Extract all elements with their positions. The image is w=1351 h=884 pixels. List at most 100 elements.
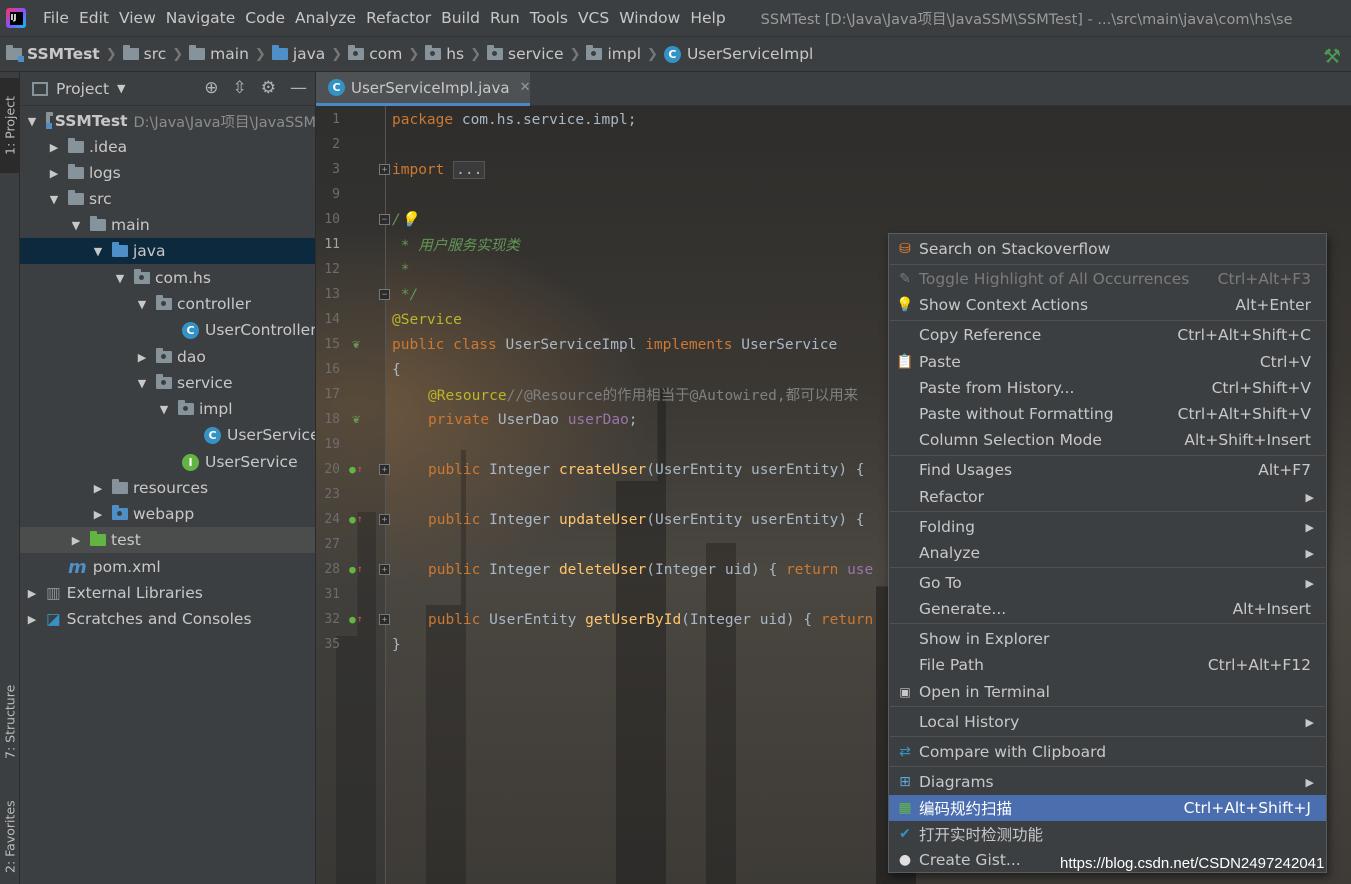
menu-refactor[interactable]: Refactor — [361, 9, 436, 27]
collapsed-arrow-icon[interactable]: ▶ — [24, 613, 40, 626]
collapsed-arrow-icon[interactable]: ▶ — [46, 167, 62, 180]
menu-item-paste-without-formatting[interactable]: Paste without Formatting Ctrl+Alt+Shift+… — [889, 401, 1326, 427]
menu-item-code-spec-scan[interactable]: ▦ 编码规约扫描 Ctrl+Alt+Shift+J — [889, 795, 1326, 821]
menu-run[interactable]: Run — [485, 9, 525, 27]
tree-item-main[interactable]: ▼ main — [20, 212, 315, 238]
menu-help[interactable]: Help — [685, 9, 730, 27]
menu-item-paste-from-history[interactable]: Paste from History... Ctrl+Shift+V — [889, 375, 1326, 401]
tree-item-service[interactable]: ▼ service — [20, 370, 315, 396]
breadcrumb-hs[interactable]: hs — [425, 45, 464, 63]
breadcrumb-userserviceimpl[interactable]: C UserServiceImpl — [663, 45, 813, 63]
spring-bean-icon[interactable]: ❦ — [348, 337, 364, 353]
menu-analyze[interactable]: Analyze — [290, 9, 361, 27]
hammer-build-icon[interactable]: ⚒ — [1323, 44, 1341, 68]
favorites-tool-tab[interactable]: 2: Favorites — [0, 792, 20, 882]
tree-item-src[interactable]: ▼ src — [20, 186, 315, 212]
menu-item-find-usages[interactable]: Find Usages Alt+F7 — [889, 457, 1326, 483]
breadcrumb-com[interactable]: com — [348, 45, 402, 63]
collapsed-arrow-icon[interactable]: ▶ — [46, 141, 62, 154]
fold-plus-icon[interactable]: + — [379, 514, 390, 525]
tree-item-controller[interactable]: ▼ controller — [20, 291, 315, 317]
tree-item-scratches[interactable]: ▶ ◪ Scratches and Consoles — [20, 606, 315, 632]
expanded-arrow-icon[interactable]: ▼ — [90, 245, 106, 258]
menu-edit[interactable]: Edit — [74, 9, 114, 27]
implements-method-icon[interactable]: ● — [348, 462, 364, 478]
menu-item-column-selection-mode[interactable]: Column Selection Mode Alt+Shift+Insert — [889, 427, 1326, 453]
menu-item-diagrams[interactable]: ⊞ Diagrams ▶ — [889, 769, 1326, 795]
tree-item-pom-xml[interactable]: m pom.xml — [20, 554, 315, 580]
collapsed-arrow-icon[interactable]: ▶ — [90, 508, 106, 521]
menu-item-folding[interactable]: Folding ▶ — [889, 514, 1326, 540]
fold-plus-icon[interactable]: + — [379, 564, 390, 575]
tree-item-com-hs[interactable]: ▼ com.hs — [20, 265, 315, 291]
tree-item-impl[interactable]: ▼ impl — [20, 396, 315, 422]
menu-item-generate[interactable]: Generate... Alt+Insert — [889, 596, 1326, 622]
menu-code[interactable]: Code — [240, 9, 290, 27]
breadcrumb-ssmtest[interactable]: SSMTest — [6, 45, 100, 63]
menu-build[interactable]: Build — [436, 9, 485, 27]
menu-item-open-in-terminal[interactable]: ▣ Open in Terminal — [889, 679, 1326, 705]
close-icon[interactable]: ✕ — [520, 80, 531, 95]
expanded-arrow-icon[interactable]: ▼ — [24, 115, 40, 128]
breadcrumb-src[interactable]: src — [122, 45, 166, 63]
menu-item-local-history[interactable]: Local History ▶ — [889, 709, 1326, 735]
project-view-selector[interactable]: Project ▼ — [32, 80, 126, 98]
tree-item-test[interactable]: ▶ test — [20, 527, 315, 553]
tree-item-idea[interactable]: ▶ .idea — [20, 134, 315, 160]
menu-tools[interactable]: Tools — [525, 9, 573, 27]
minimize-icon[interactable]: — — [290, 78, 307, 98]
fold-plus-icon[interactable]: + — [379, 164, 390, 175]
implements-method-icon[interactable]: ● — [348, 512, 364, 528]
menu-navigate[interactable]: Navigate — [161, 9, 241, 27]
menu-vcs[interactable]: VCS — [573, 9, 614, 27]
collapsed-arrow-icon[interactable]: ▶ — [90, 482, 106, 495]
collapsed-arrow-icon[interactable]: ▶ — [134, 351, 150, 364]
breadcrumb-java[interactable]: java — [271, 45, 325, 63]
menu-item-file-path[interactable]: File Path Ctrl+Alt+F12 — [889, 652, 1326, 678]
menu-item-copy-reference[interactable]: Copy Reference Ctrl+Alt+Shift+C — [889, 322, 1326, 348]
lightbulb-icon[interactable]: 💡 — [401, 212, 419, 228]
menu-file[interactable]: File — [38, 9, 74, 27]
autowired-navigation-icon[interactable]: ❦ — [348, 412, 364, 428]
menu-item-analyze[interactable]: Analyze ▶ — [889, 540, 1326, 566]
folded-imports[interactable]: ... — [453, 160, 486, 179]
expanded-arrow-icon[interactable]: ▼ — [134, 298, 150, 311]
tree-item-logs[interactable]: ▶ logs — [20, 160, 315, 186]
collapse-all-icon[interactable]: ⇳ — [233, 78, 247, 98]
tree-item-userserviceimpl[interactable]: C UserServiceImpl — [20, 422, 315, 448]
expanded-arrow-icon[interactable]: ▼ — [156, 403, 172, 416]
menu-view[interactable]: View — [114, 9, 161, 27]
implements-method-icon[interactable]: ● — [348, 612, 364, 628]
implements-method-icon[interactable]: ● — [348, 562, 364, 578]
menu-item-paste[interactable]: 📋 Paste Ctrl+V — [889, 349, 1326, 375]
menu-item-realtime-detection[interactable]: ✔ 打开实时检测功能 — [889, 821, 1326, 847]
collapsed-arrow-icon[interactable]: ▶ — [24, 587, 40, 600]
tree-item-webapp[interactable]: ▶ webapp — [20, 501, 315, 527]
gear-icon[interactable]: ⚙ — [261, 78, 276, 98]
tree-item-usercontroller[interactable]: C UserController — [20, 317, 315, 343]
expanded-arrow-icon[interactable]: ▼ — [68, 219, 84, 232]
expanded-arrow-icon[interactable]: ▼ — [134, 377, 150, 390]
structure-tool-tab[interactable]: 7: Structure — [0, 672, 20, 772]
fold-minus-icon[interactable]: − — [379, 289, 390, 300]
menu-item-compare-with-clipboard[interactable]: ⇄ Compare with Clipboard — [889, 739, 1326, 765]
expanded-arrow-icon[interactable]: ▼ — [112, 272, 128, 285]
breadcrumb-impl[interactable]: impl — [586, 45, 641, 63]
tree-item-resources[interactable]: ▶ resources — [20, 475, 315, 501]
menu-item-show-in-explorer[interactable]: Show in Explorer — [889, 626, 1326, 652]
collapsed-arrow-icon[interactable]: ▶ — [68, 534, 84, 547]
tree-item-userservice[interactable]: I UserService — [20, 449, 315, 475]
menu-item-search-stackoverflow[interactable]: ⛁ Search on Stackoverflow — [889, 236, 1326, 262]
breadcrumb-service[interactable]: service — [487, 45, 564, 63]
tree-item-external-libraries[interactable]: ▶ ▥ External Libraries — [20, 580, 315, 606]
project-tool-tab[interactable]: 1: Project — [0, 78, 20, 173]
tree-item-java[interactable]: ▼ java — [20, 238, 315, 264]
menu-item-refactor[interactable]: Refactor ▶ — [889, 484, 1326, 510]
menu-item-show-context-actions[interactable]: 💡 Show Context Actions Alt+Enter — [889, 292, 1326, 318]
menu-window[interactable]: Window — [614, 9, 685, 27]
fold-plus-icon[interactable]: + — [379, 464, 390, 475]
menu-item-go-to[interactable]: Go To ▶ — [889, 570, 1326, 596]
editor-tab-userserviceimpl[interactable]: C UserServiceImpl.java ✕ — [316, 72, 530, 106]
tree-item-dao[interactable]: ▶ dao — [20, 344, 315, 370]
expanded-arrow-icon[interactable]: ▼ — [46, 193, 62, 206]
